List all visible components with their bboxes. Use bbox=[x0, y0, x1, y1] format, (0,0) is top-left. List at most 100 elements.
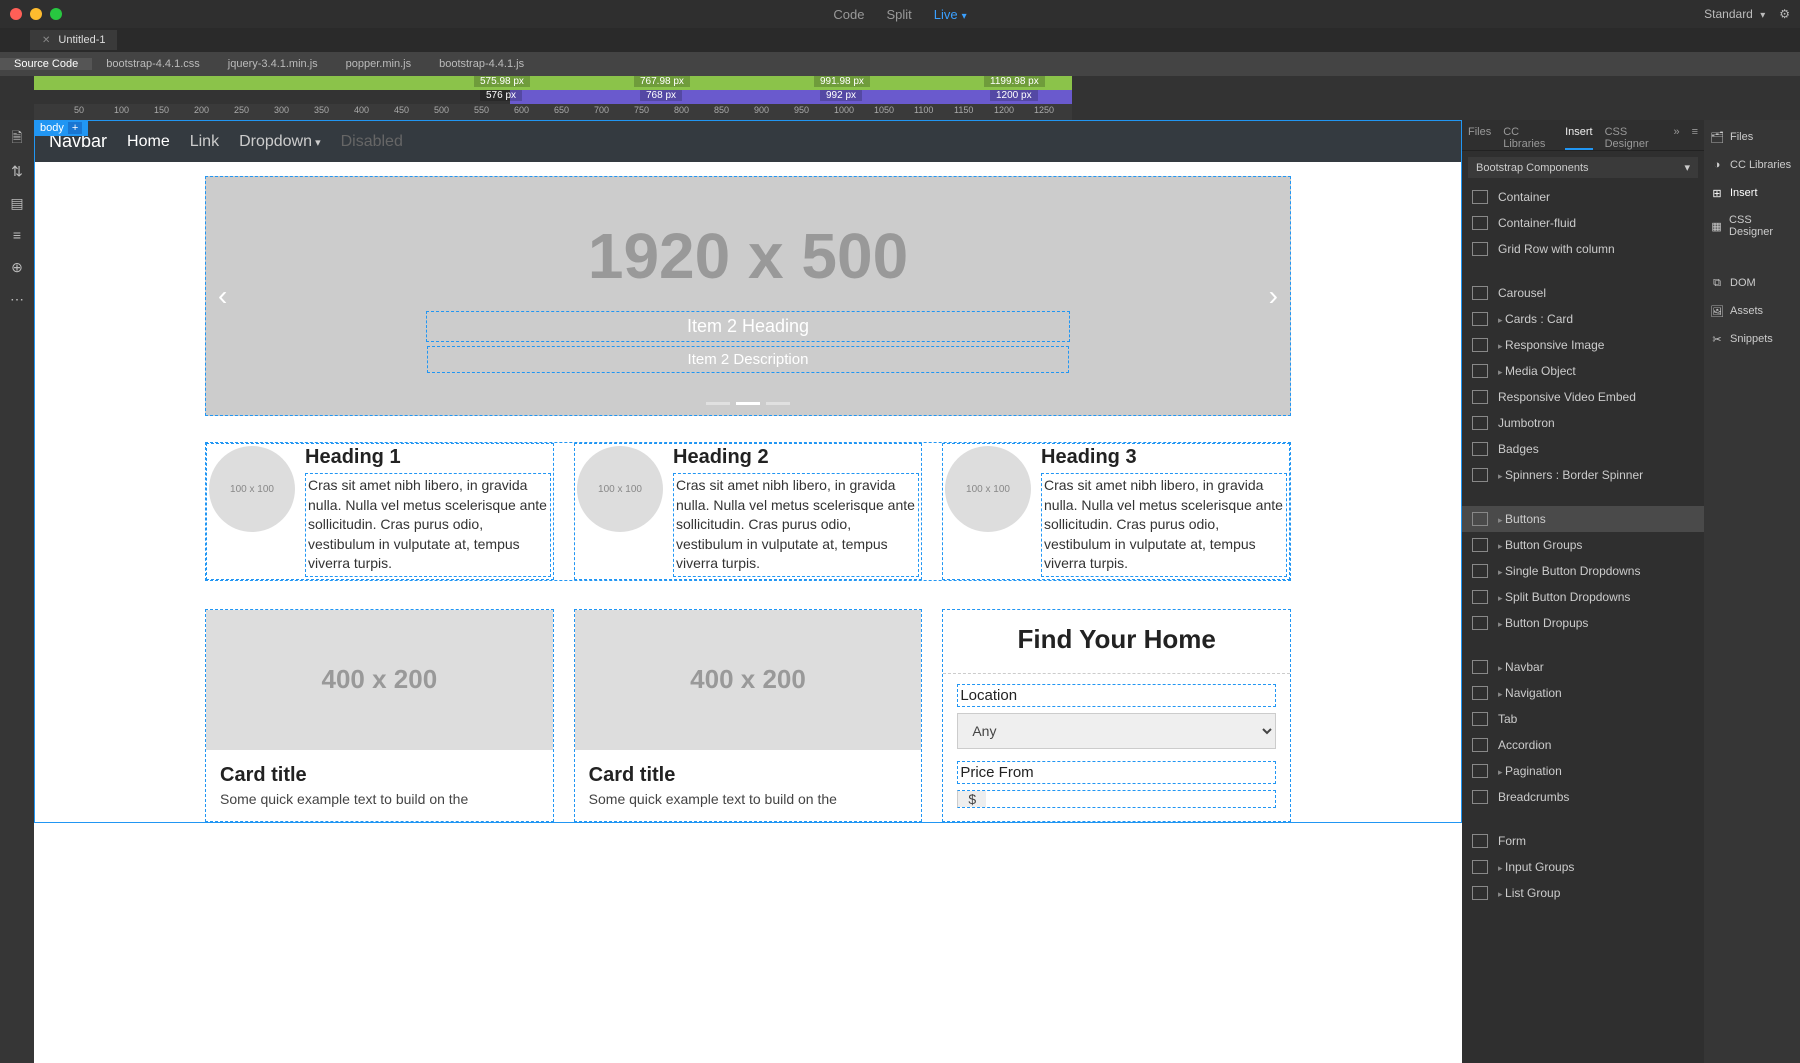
workspace-switcher[interactable]: Standard ▾ bbox=[1704, 7, 1765, 21]
price-input-group[interactable]: $ bbox=[957, 790, 1276, 808]
related-file[interactable]: Source Code bbox=[0, 58, 92, 70]
media-heading[interactable]: Heading 3 bbox=[1041, 446, 1287, 469]
preview-media-row[interactable]: 100 x 100 Heading 1 Cras sit amet nibh l… bbox=[205, 442, 1291, 581]
element-tag-badge[interactable]: body + bbox=[34, 120, 88, 136]
insert-item[interactable]: Badges bbox=[1462, 436, 1704, 462]
minimize-window-icon[interactable] bbox=[30, 8, 42, 20]
media-text[interactable]: Cras sit amet nibh libero, in gravida nu… bbox=[305, 473, 551, 577]
related-file[interactable]: bootstrap-4.4.1.css bbox=[92, 58, 214, 70]
panel-menu-icon[interactable]: ≡ bbox=[1692, 126, 1698, 150]
media-object[interactable]: 100 x 100 Heading 1 Cras sit amet nibh l… bbox=[206, 443, 554, 580]
rail-cclibraries[interactable]: ◑CC Libraries bbox=[1710, 158, 1794, 172]
preview-navbar[interactable]: Navbar Home Link Dropdown Disabled bbox=[35, 121, 1461, 162]
insert-item[interactable]: Input Groups bbox=[1462, 854, 1704, 880]
insert-item[interactable]: Container bbox=[1462, 184, 1704, 210]
card-title[interactable]: Card title bbox=[206, 750, 553, 791]
view-tab-live[interactable]: Live▾ bbox=[934, 7, 967, 22]
nav-link-dropdown[interactable]: Dropdown bbox=[239, 133, 321, 151]
file-icon[interactable]: 🗎 bbox=[8, 130, 26, 148]
rail-cssdesigner[interactable]: ▦CSS Designer bbox=[1710, 214, 1794, 238]
insert-item[interactable]: Spinners : Border Spinner bbox=[1462, 462, 1704, 488]
panel-tab-files[interactable]: Files bbox=[1468, 126, 1491, 150]
insert-item[interactable]: Buttons bbox=[1462, 506, 1704, 532]
insert-item[interactable]: Split Button Dropdowns bbox=[1462, 584, 1704, 610]
rail-snippets[interactable]: ✂Snippets bbox=[1710, 332, 1794, 346]
add-element-icon[interactable]: + bbox=[68, 122, 82, 134]
insert-item[interactable]: Responsive Video Embed bbox=[1462, 384, 1704, 410]
placeholder-dimensions: 1920 x 500 bbox=[588, 219, 908, 293]
close-window-icon[interactable] bbox=[10, 8, 22, 20]
live-view-icon[interactable]: ≡ bbox=[8, 226, 26, 244]
more-icon[interactable]: ⋯ bbox=[8, 290, 26, 308]
media-object[interactable]: 100 x 100 Heading 3 Cras sit amet nibh l… bbox=[942, 443, 1290, 580]
insert-item[interactable]: Media Object bbox=[1462, 358, 1704, 384]
insert-item[interactable]: Grid Row with column bbox=[1462, 236, 1704, 262]
view-tab-split[interactable]: Split bbox=[886, 7, 911, 22]
rail-assets[interactable]: 🖼Assets bbox=[1710, 304, 1794, 318]
rail-dom[interactable]: ⧉DOM bbox=[1710, 276, 1794, 290]
insert-item[interactable]: Button Groups bbox=[1462, 532, 1704, 558]
card-text[interactable]: Some quick example text to build on the bbox=[206, 791, 553, 821]
insert-item[interactable]: Navigation bbox=[1462, 680, 1704, 706]
panel-expand-icon[interactable]: » bbox=[1673, 126, 1679, 150]
manage-sites-icon[interactable]: ⇅ bbox=[8, 162, 26, 180]
insert-item[interactable]: Responsive Image bbox=[1462, 332, 1704, 358]
insert-item[interactable]: Pagination bbox=[1462, 758, 1704, 784]
chevron-down-icon[interactable]: ▾ bbox=[962, 11, 967, 22]
card-title[interactable]: Card title bbox=[575, 750, 922, 791]
breakpoint-bar-max[interactable]: 575.98 px 767.98 px 991.98 px 1199.98 px bbox=[34, 76, 1072, 90]
related-file[interactable]: bootstrap-4.4.1.js bbox=[425, 58, 538, 70]
related-file[interactable]: jquery-3.4.1.min.js bbox=[214, 58, 332, 70]
insert-item[interactable]: Accordion bbox=[1462, 732, 1704, 758]
location-select[interactable]: Any bbox=[957, 713, 1276, 749]
insert-item[interactable]: Jumbotron bbox=[1462, 410, 1704, 436]
location-label[interactable]: Location bbox=[957, 684, 1276, 707]
rail-insert[interactable]: ⊞Insert bbox=[1710, 186, 1794, 200]
view-tab-code[interactable]: Code bbox=[833, 7, 864, 22]
insert-item[interactable]: Container-fluid bbox=[1462, 210, 1704, 236]
insert-item[interactable]: Cards : Card bbox=[1462, 306, 1704, 332]
media-text[interactable]: Cras sit amet nibh libero, in gravida nu… bbox=[673, 473, 919, 577]
preview-card[interactable]: 400 x 200 Card title Some quick example … bbox=[205, 609, 554, 822]
media-text[interactable]: Cras sit amet nibh libero, in gravida nu… bbox=[1041, 473, 1287, 577]
preview-card-row[interactable]: 400 x 200 Card title Some quick example … bbox=[205, 609, 1291, 822]
panel-tab-insert[interactable]: Insert bbox=[1565, 126, 1593, 150]
inspect-icon[interactable]: ⊕ bbox=[8, 258, 26, 276]
media-object[interactable]: 100 x 100 Heading 2 Cras sit amet nibh l… bbox=[574, 443, 922, 580]
media-heading[interactable]: Heading 2 bbox=[673, 446, 919, 469]
price-from-label[interactable]: Price From bbox=[957, 761, 1276, 784]
preview-form[interactable]: Find Your Home Location Any Price From $ bbox=[942, 609, 1291, 822]
rail-files[interactable]: 🗂Files bbox=[1710, 130, 1794, 144]
panel-tab-cssdesigner[interactable]: CSS Designer bbox=[1605, 126, 1662, 150]
insert-item[interactable]: Single Button Dropdowns bbox=[1462, 558, 1704, 584]
carousel-caption-heading[interactable]: Item 2 Heading bbox=[426, 311, 1070, 342]
card-text[interactable]: Some quick example text to build on the bbox=[575, 791, 922, 821]
form-title[interactable]: Find Your Home bbox=[943, 610, 1290, 669]
insert-item[interactable]: Button Dropups bbox=[1462, 610, 1704, 636]
extract-icon[interactable]: ▤ bbox=[8, 194, 26, 212]
insert-item[interactable]: Breadcrumbs bbox=[1462, 784, 1704, 810]
chevron-right-icon[interactable]: › bbox=[1269, 280, 1278, 312]
chevron-left-icon[interactable]: ‹ bbox=[218, 280, 227, 312]
preview-card[interactable]: 400 x 200 Card title Some quick example … bbox=[574, 609, 923, 822]
related-file[interactable]: popper.min.js bbox=[332, 58, 425, 70]
insert-item[interactable]: Form bbox=[1462, 828, 1704, 854]
breakpoint-bar-min[interactable]: 576 px 768 px 992 px 1200 px bbox=[510, 90, 1072, 104]
nav-link-home[interactable]: Home bbox=[127, 133, 170, 151]
maximize-window-icon[interactable] bbox=[50, 8, 62, 20]
carousel-caption-desc[interactable]: Item 2 Description bbox=[427, 346, 1070, 373]
insert-item[interactable]: Navbar bbox=[1462, 654, 1704, 680]
preview-carousel[interactable]: ‹ › 1920 x 500 Item 2 Heading Item 2 Des… bbox=[205, 176, 1291, 416]
media-heading[interactable]: Heading 1 bbox=[305, 446, 551, 469]
insert-item[interactable]: Tab bbox=[1462, 706, 1704, 732]
insert-item[interactable]: Carousel bbox=[1462, 280, 1704, 306]
design-canvas[interactable]: body + Navbar Home Link Dropdown Disable… bbox=[34, 120, 1462, 1063]
panel-tab-cclibraries[interactable]: CC Libraries bbox=[1503, 126, 1553, 150]
settings-icon[interactable]: ⚙︎ bbox=[1779, 7, 1790, 21]
document-tab[interactable]: ✕ Untitled-1 bbox=[30, 30, 117, 50]
insert-category-dropdown[interactable]: Bootstrap Components ▾ bbox=[1468, 157, 1698, 178]
nav-link-link[interactable]: Link bbox=[190, 133, 219, 151]
close-icon[interactable]: ✕ bbox=[42, 35, 50, 46]
carousel-indicators[interactable] bbox=[706, 402, 790, 405]
insert-item[interactable]: List Group bbox=[1462, 880, 1704, 906]
